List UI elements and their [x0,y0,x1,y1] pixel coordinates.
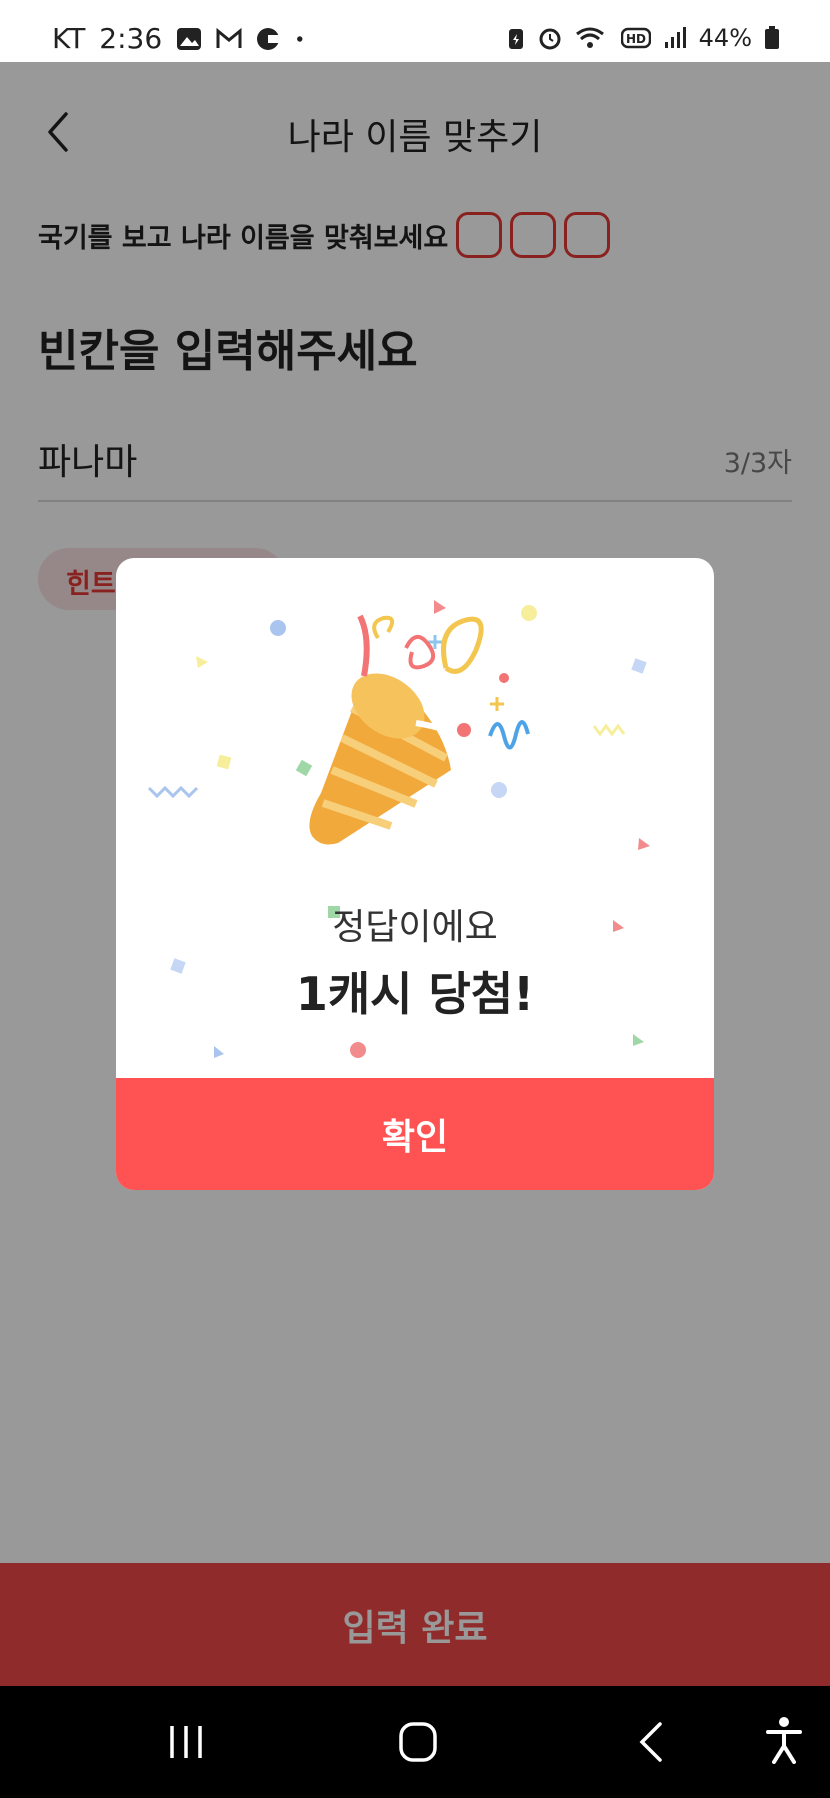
back-nav-icon[interactable] [636,1720,666,1764]
modal-title: 1캐시 당첨! [295,967,535,1021]
svg-text:HD: HD [626,32,646,46]
gallery-icon [177,27,202,50]
signal-icon [664,27,686,48]
accessibility-icon[interactable] [764,1716,804,1764]
carrier-label: KT [52,22,86,55]
status-left: KT 2:36 [52,22,310,55]
confirm-label: 확인 [381,1117,449,1158]
confirm-button[interactable]: 확인 [116,1078,714,1190]
app-icon [257,27,281,50]
battery-icon [765,26,779,49]
home-icon[interactable] [398,1720,438,1764]
time-label: 2:36 [99,22,163,55]
hd-icon: HD [620,27,651,49]
modal-subtitle: 정답이에요 [332,907,498,948]
battery-saver-icon [508,29,523,49]
result-modal: 정답이에요 1캐시 당첨! 확인 [116,558,714,1190]
status-right: HD 44% [507,24,780,52]
dot-icon [297,35,303,42]
alarm-icon [539,28,561,50]
gmail-icon [216,27,242,48]
recent-apps-icon[interactable] [166,1722,206,1762]
system-nav-bar [0,1686,830,1798]
wifi-icon [575,27,604,48]
battery-label: 44% [698,24,752,52]
